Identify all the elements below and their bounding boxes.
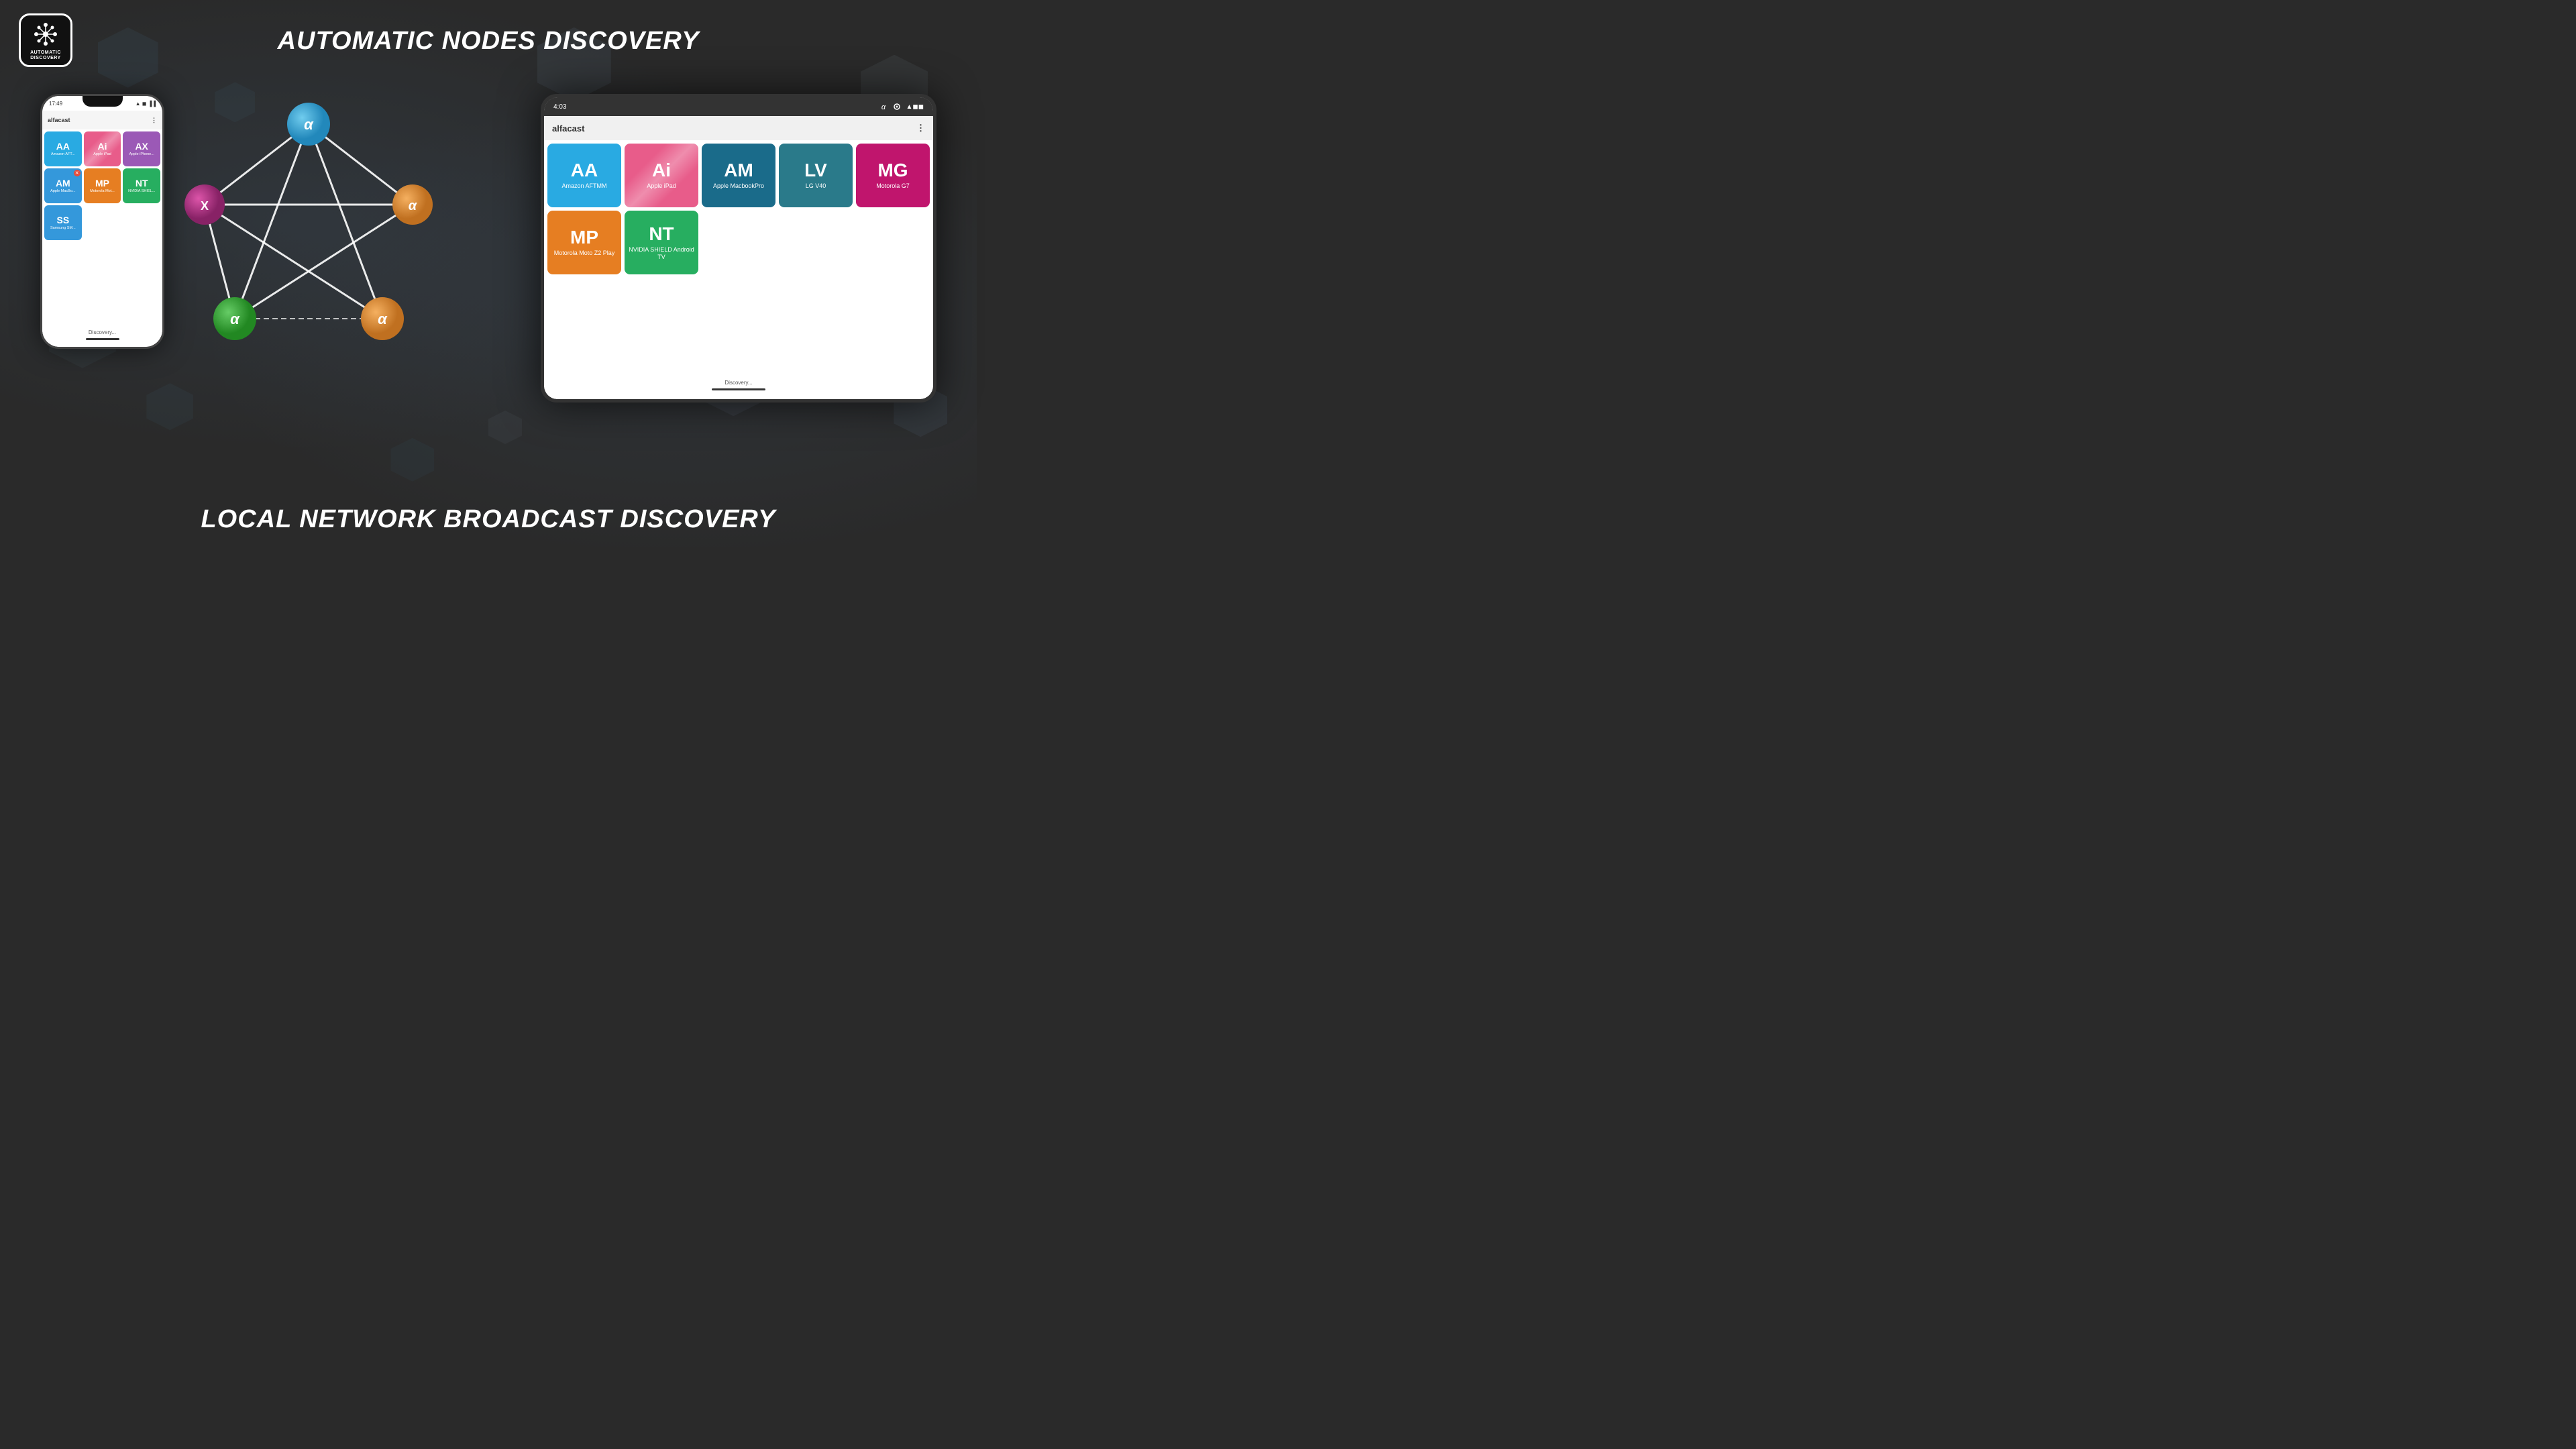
tile-name: Apple iPhone...	[129, 152, 154, 156]
tile-name: NVIDIA SHIELD Android TV	[627, 246, 696, 261]
settings-icon	[893, 103, 901, 111]
tablet-status-bar: 4:03 α ▲◼◼	[544, 97, 933, 116]
device-tile-ax[interactable]: AX Apple iPhone...	[123, 131, 160, 166]
tile-name: Apple MacBo...	[50, 189, 75, 193]
svg-text:α: α	[378, 311, 388, 327]
tablet-menu[interactable]: ⋮	[916, 123, 925, 133]
svg-text:α: α	[230, 311, 240, 327]
tile-abbr: AM	[724, 161, 753, 180]
phone-bottom-bar: Discovery...	[42, 323, 162, 347]
tile-abbr: SS	[56, 215, 69, 225]
svg-text:α: α	[881, 103, 885, 111]
tablet-wifi: ▲◼◼	[906, 103, 924, 111]
phone-icons: ▲ ◼ ▐▐	[136, 101, 156, 107]
tile-abbr: NT	[136, 178, 148, 188]
tile-name: Amazon AFT...	[51, 152, 75, 156]
phone-device-grid: AA Amazon AFT... Ai Apple iPad AX Apple …	[42, 129, 162, 242]
tile-abbr: AM	[56, 178, 70, 188]
phone-notch	[83, 96, 123, 107]
tile-abbr: MP	[95, 178, 109, 188]
tablet-bottom-bar: Discovery...	[544, 371, 933, 399]
phone-screen: 17:49 ▲ ◼ ▐▐ alfacast ⋮ AA Amazon AFT...…	[42, 96, 162, 347]
tablet-home-bar	[712, 388, 765, 390]
svg-text:X: X	[201, 199, 209, 213]
logo-icon	[31, 19, 60, 49]
tile-abbr: MG	[877, 161, 908, 180]
tablet-device-lv[interactable]: LV LG V40	[779, 144, 853, 207]
tablet-device-nt[interactable]: NT NVIDIA SHIELD Android TV	[625, 211, 698, 274]
device-tile-ss[interactable]: SS Samsung SM...	[44, 205, 82, 240]
tablet-device-aa[interactable]: AA Amazon AFTMM	[547, 144, 621, 207]
tablet-device-am[interactable]: AM Apple MacbookPro	[702, 144, 775, 207]
phone-discovery-text: Discovery...	[89, 329, 116, 335]
tile-name: Amazon AFTMM	[561, 182, 606, 190]
logo-text: AUTOMATIC DISCOVERY	[30, 50, 61, 62]
phone-toolbar: alfacast ⋮	[42, 111, 162, 129]
app-logo: AUTOMATIC DISCOVERY	[19, 13, 72, 67]
page-title-top: AUTOMATIC NODES DISCOVERY	[278, 27, 700, 56]
phone-time: 17:49	[49, 101, 62, 107]
tile-name: Apple MacbookPro	[713, 182, 764, 190]
close-badge: ✕	[74, 170, 80, 176]
network-svg: α α α α X	[181, 80, 436, 389]
tablet-device-mp[interactable]: MP Motorola Moto Z2 Play	[547, 211, 621, 274]
tile-name: NVIDIA SHIEL...	[128, 189, 155, 193]
shimmer-overlay	[84, 131, 121, 166]
tablet-status-icons: α ▲◼◼	[879, 103, 924, 111]
tablet-time: 4:03	[553, 103, 566, 111]
tile-abbr: LV	[804, 161, 827, 180]
tile-name: Motorola Moto Z2 Play	[554, 250, 615, 257]
phone-mockup: 17:49 ▲ ◼ ▐▐ alfacast ⋮ AA Amazon AFT...…	[40, 94, 164, 349]
alpha-icon: α	[879, 103, 888, 111]
svg-text:α: α	[409, 199, 418, 213]
main-content: AUTOMATIC DISCOVERY AUTOMATIC NODES DISC…	[0, 0, 977, 547]
tablet-discovery-text: Discovery...	[724, 380, 752, 386]
tile-abbr: NT	[649, 225, 674, 244]
tablet-device-ai[interactable]: Ai Apple iPad	[625, 144, 698, 207]
shimmer-overlay	[625, 144, 698, 207]
phone-menu[interactable]: ⋮	[151, 117, 157, 124]
svg-text:α: α	[304, 116, 314, 133]
tablet-toolbar: alfacast ⋮	[544, 116, 933, 140]
tile-abbr: AX	[135, 142, 148, 151]
page-title-bottom: LOCAL NETWORK BROADCAST DISCOVERY	[201, 505, 775, 534]
tablet-device-grid-row1: AA Amazon AFTMM Ai Apple iPad AM Apple M…	[544, 140, 933, 211]
phone-app-name: alfacast	[48, 117, 70, 123]
tablet-device-mg[interactable]: MG Motorola G7	[856, 144, 930, 207]
tablet-mockup: 4:03 α ▲◼◼ alfacast ⋮ AA Amazon AFTMM	[541, 94, 936, 402]
tablet-screen: 4:03 α ▲◼◼ alfacast ⋮ AA Amazon AFTMM	[544, 97, 933, 399]
tile-abbr: MP	[570, 228, 598, 247]
device-tile-am[interactable]: ✕ AM Apple MacBo...	[44, 168, 82, 203]
device-tile-aa[interactable]: AA Amazon AFT...	[44, 131, 82, 166]
device-tile-nt[interactable]: NT NVIDIA SHIEL...	[123, 168, 160, 203]
tablet-app-name: alfacast	[552, 123, 584, 133]
tile-name: Motorola Mot...	[90, 189, 115, 193]
tile-name: LG V40	[806, 182, 826, 190]
tile-name: Samsung SM...	[50, 226, 76, 230]
tile-abbr: AA	[56, 142, 70, 151]
phone-home-bar	[86, 338, 119, 340]
network-diagram: α α α α X	[181, 80, 436, 389]
device-tile-ai[interactable]: Ai Apple iPad	[84, 131, 121, 166]
tile-name: Motorola G7	[876, 182, 910, 190]
device-tile-mp[interactable]: MP Motorola Mot...	[84, 168, 121, 203]
tablet-device-grid-row2: MP Motorola Moto Z2 Play NT NVIDIA SHIEL…	[544, 211, 933, 274]
tile-abbr: AA	[571, 161, 598, 180]
